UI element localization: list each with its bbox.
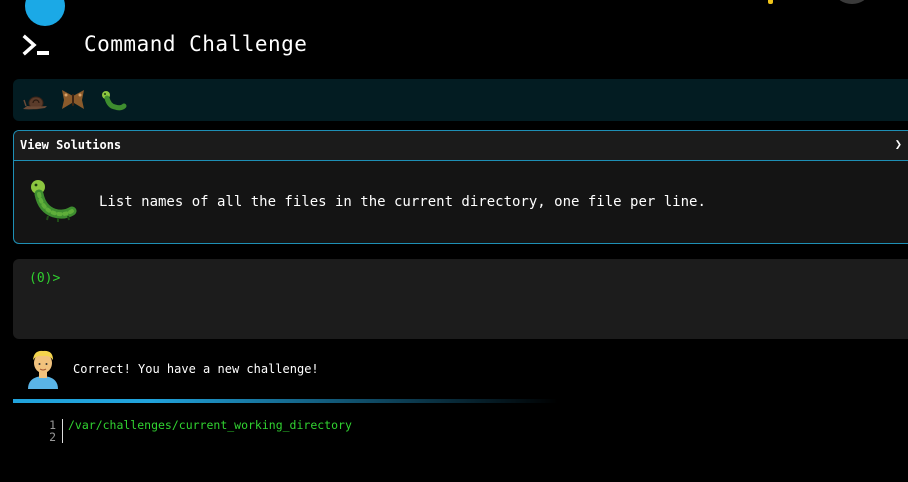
top-decoration-mark bbox=[768, 0, 773, 4]
code-line: /var/challenges/current_working_director… bbox=[68, 418, 352, 432]
divider bbox=[13, 399, 558, 403]
terminal-input[interactable]: (0)> bbox=[13, 259, 908, 339]
chevron-right-icon: ❯ bbox=[894, 137, 902, 151]
line-numbers: 1 2 bbox=[40, 419, 56, 443]
person-avatar-icon bbox=[28, 350, 58, 389]
page-title: Command Challenge bbox=[84, 32, 308, 56]
line-number: 2 bbox=[49, 430, 56, 444]
feedback-message: Correct! You have a new challenge! bbox=[73, 362, 319, 376]
top-decoration-button[interactable] bbox=[836, 0, 868, 4]
caterpillar-icon[interactable] bbox=[99, 86, 127, 114]
top-decoration-circle bbox=[25, 0, 65, 26]
view-solutions-toggle[interactable]: View Solutions ❯ bbox=[14, 131, 908, 161]
challenge-description: List names of all the files in the curre… bbox=[99, 194, 706, 210]
challenge-card: View Solutions ❯ List names of all the f… bbox=[13, 130, 908, 244]
code-lines: /var/challenges/current_working_director… bbox=[68, 419, 352, 431]
badge-bar bbox=[13, 79, 908, 121]
snail-icon[interactable] bbox=[21, 86, 49, 114]
caterpillar-icon bbox=[31, 180, 77, 222]
terminal-prompt-icon bbox=[22, 34, 49, 56]
terminal-prompt: (0)> bbox=[29, 271, 61, 286]
butterfly-icon[interactable] bbox=[59, 86, 87, 114]
view-solutions-label: View Solutions bbox=[20, 138, 122, 152]
editor-cursor-line bbox=[62, 419, 63, 443]
